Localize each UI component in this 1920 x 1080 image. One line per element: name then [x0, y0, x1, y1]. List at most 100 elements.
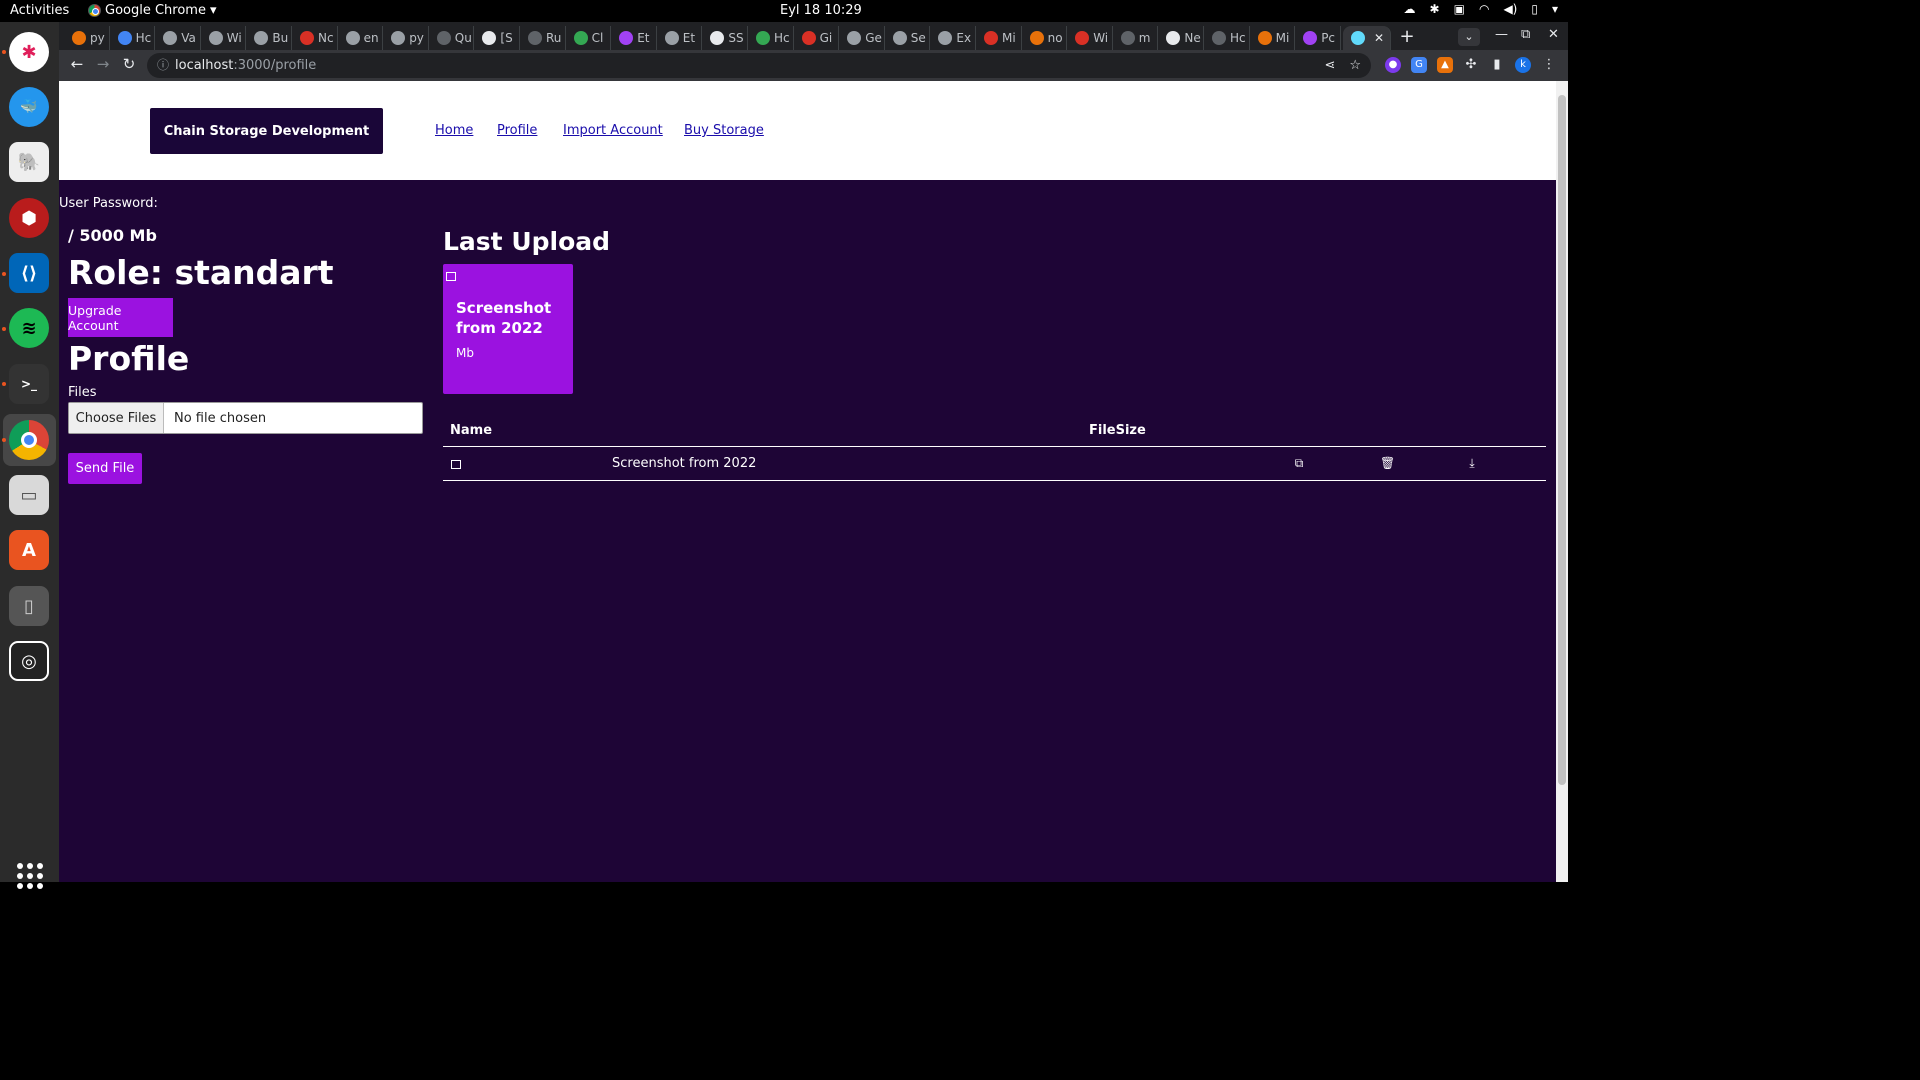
- browser-tab[interactable]: Cl: [566, 26, 612, 50]
- browser-tab[interactable]: Bu: [246, 26, 292, 50]
- terminal-icon[interactable]: >_: [9, 364, 49, 404]
- upgrade-account-button[interactable]: Upgrade Account: [68, 298, 173, 337]
- files-icon[interactable]: ▭: [9, 475, 49, 515]
- screenshot-app-icon[interactable]: ◎: [9, 641, 49, 681]
- tab-title: Mi: [1002, 31, 1016, 45]
- browser-tab[interactable]: Mi: [976, 26, 1022, 50]
- weather-icon[interactable]: ☁: [1404, 2, 1416, 16]
- browser-tab[interactable]: Ge: [839, 26, 885, 50]
- browser-tab[interactable]: Hc: [748, 26, 794, 50]
- browser-tab[interactable]: py: [383, 26, 429, 50]
- download-icon[interactable]: ⤓: [1466, 456, 1478, 470]
- zoom-tray-icon[interactable]: ▣: [1454, 2, 1465, 16]
- browser-tab[interactable]: Et: [611, 26, 657, 50]
- browser-tab[interactable]: Et: [657, 26, 703, 50]
- delete-icon[interactable]: 🗑: [1380, 456, 1395, 470]
- brand-logo[interactable]: Chain Storage Development: [150, 108, 383, 154]
- forward-icon[interactable]: →: [93, 55, 113, 73]
- reload-icon[interactable]: ↻: [119, 55, 139, 73]
- browser-tab[interactable]: Gi: [794, 26, 840, 50]
- site-info-icon[interactable]: ⓘ: [157, 53, 169, 78]
- tab-search-chevron-icon[interactable]: ⌄: [1458, 28, 1480, 46]
- nav-link-buy-storage[interactable]: Buy Storage: [684, 123, 764, 138]
- choose-files-button[interactable]: Choose Files: [69, 403, 164, 433]
- tab-favicon-icon: [391, 31, 406, 45]
- browser-tab[interactable]: en: [338, 26, 384, 50]
- browser-tab[interactable]: [S: [474, 26, 520, 50]
- activities-button[interactable]: Activities: [10, 3, 69, 18]
- close-window-icon[interactable]: ✕: [1548, 27, 1559, 42]
- ruby-app-icon[interactable]: ⬢: [9, 198, 49, 238]
- storage-quota: / 5000 Mb: [68, 226, 157, 245]
- browser-tab[interactable]: Ne: [1158, 26, 1204, 50]
- postgres-icon[interactable]: 🐘: [9, 142, 49, 182]
- browser-tab[interactable]: m: [1113, 26, 1159, 50]
- extensions-puzzle-icon[interactable]: ✣: [1463, 57, 1479, 73]
- bookmark-star-icon[interactable]: ☆: [1349, 53, 1361, 78]
- minimize-icon[interactable]: —: [1495, 27, 1508, 42]
- copy-icon[interactable]: ⧉: [1293, 456, 1305, 470]
- usb-drive-icon[interactable]: ▯: [9, 586, 49, 626]
- side-panel-icon[interactable]: ▮: [1489, 57, 1505, 73]
- profile-avatar[interactable]: k: [1515, 57, 1531, 73]
- tab-active-profile[interactable]: ✕: [1343, 26, 1391, 50]
- tab-title: Pc: [1321, 31, 1336, 45]
- more-menu-icon[interactable]: ⋮: [1541, 57, 1557, 73]
- browser-tab[interactable]: Va: [155, 26, 201, 50]
- browser-tab[interactable]: py: [64, 26, 110, 50]
- image-thumbnail-icon: [451, 460, 461, 469]
- nav-link-home[interactable]: Home: [435, 123, 473, 138]
- tab-title: Ne: [1184, 31, 1201, 45]
- address-bar[interactable]: ⓘ localhost:3000/profile ⋖ ☆: [147, 53, 1371, 78]
- vscode-icon[interactable]: ⟨⟩: [9, 253, 49, 293]
- tab-title: Wi: [226, 31, 242, 45]
- browser-tab[interactable]: Wi: [201, 26, 247, 50]
- clock[interactable]: Eyl 18 10:29: [780, 3, 862, 18]
- nav-link-import-account[interactable]: Import Account: [563, 123, 663, 138]
- browser-tab[interactable]: Ru: [520, 26, 566, 50]
- translate-extension-icon[interactable]: G: [1411, 57, 1427, 73]
- nav-link-profile[interactable]: Profile: [497, 123, 537, 138]
- tab-favicon-icon: [892, 31, 907, 45]
- battery-icon: ▯: [1531, 2, 1538, 16]
- tab-favicon-icon: [528, 31, 542, 45]
- system-menu-caret-icon[interactable]: ▾: [1552, 2, 1558, 16]
- scrollbar-thumb[interactable]: [1558, 95, 1566, 785]
- back-icon[interactable]: ←: [67, 55, 87, 73]
- chrome-dock-icon[interactable]: [9, 420, 49, 460]
- extension-icon[interactable]: ●: [1385, 57, 1401, 73]
- app-menu-label: Google Chrome: [105, 3, 206, 18]
- new-tab-button[interactable]: +: [1395, 26, 1419, 48]
- site-navbar: Chain Storage Development Home Profile I…: [59, 81, 1556, 180]
- restore-icon[interactable]: ⧉: [1521, 27, 1530, 42]
- app-menu[interactable]: Google Chrome ▾: [88, 3, 217, 18]
- send-file-button[interactable]: Send File: [68, 453, 142, 484]
- browser-tab[interactable]: SS: [702, 26, 748, 50]
- tab-favicon-icon: [847, 31, 862, 45]
- last-upload-card[interactable]: Screenshot from 2022 Mb: [443, 264, 573, 394]
- file-input[interactable]: Choose Files No file chosen: [68, 402, 423, 434]
- slack-icon[interactable]: ✱: [9, 32, 49, 72]
- metamask-extension-icon[interactable]: ▲: [1437, 57, 1453, 73]
- close-tab-icon[interactable]: ✕: [1374, 31, 1384, 45]
- spotify-icon[interactable]: ≋: [9, 308, 49, 348]
- browser-tab[interactable]: Se: [885, 26, 931, 50]
- browser-tab[interactable]: Hc: [110, 26, 156, 50]
- tab-favicon-icon: [938, 31, 953, 45]
- browser-tab[interactable]: Mi: [1250, 26, 1296, 50]
- tab-favicon-icon: [436, 31, 451, 45]
- browser-tab[interactable]: no: [1022, 26, 1068, 50]
- slack-tray-icon[interactable]: ✱: [1430, 2, 1440, 16]
- page-scrollbar[interactable]: [1556, 81, 1568, 882]
- browser-tab[interactable]: Qu: [429, 26, 475, 50]
- browser-tab[interactable]: Nc: [292, 26, 338, 50]
- browser-tab[interactable]: Hc: [1204, 26, 1250, 50]
- share-icon[interactable]: ⋖: [1324, 53, 1335, 78]
- software-center-icon[interactable]: A: [9, 530, 49, 570]
- browser-tab[interactable]: Pc: [1295, 26, 1341, 50]
- show-apps-icon[interactable]: [17, 863, 43, 889]
- browser-tab[interactable]: Ex: [930, 26, 976, 50]
- system-tray[interactable]: ☁ ✱ ▣ ◠ ◀) ▯ ▾: [1404, 2, 1558, 16]
- docker-icon[interactable]: 🐳: [9, 87, 49, 127]
- browser-tab[interactable]: Wi: [1067, 26, 1113, 50]
